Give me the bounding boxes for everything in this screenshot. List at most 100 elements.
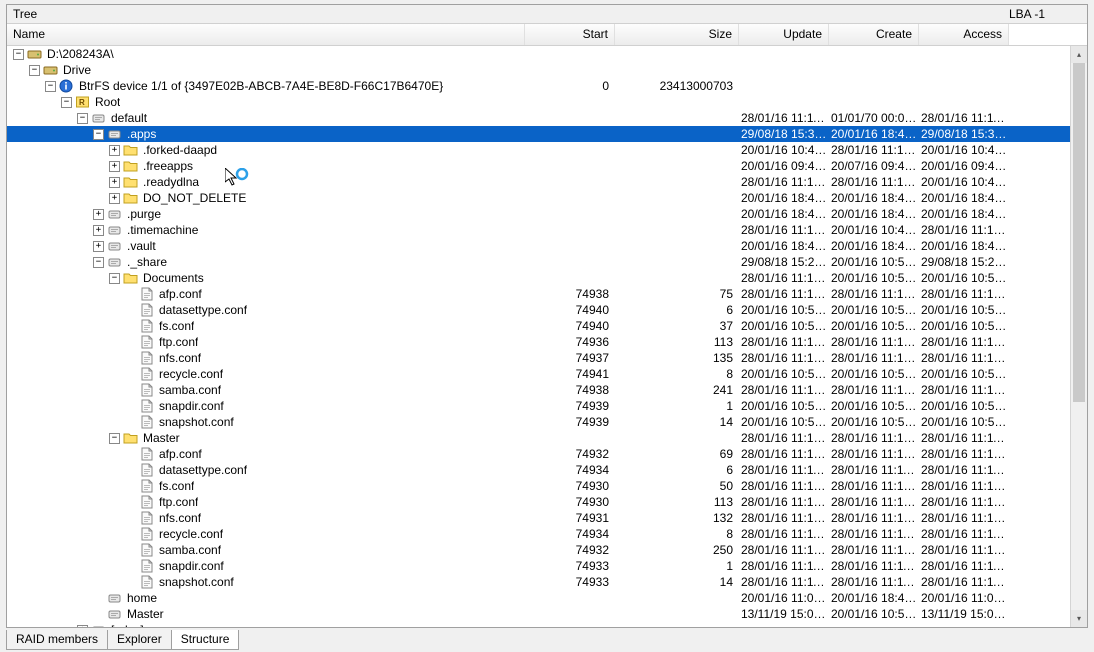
tree-row[interactable]: −D:\208243A\	[7, 46, 1087, 62]
expand-icon[interactable]: +	[93, 241, 104, 252]
tree-row-name-cell[interactable]: +.freeapps	[7, 158, 525, 174]
column-header-size[interactable]: Size	[615, 24, 739, 45]
tree-row[interactable]: +.purge20/01/16 18:42:...20/01/16 18:42:…	[7, 206, 1087, 222]
collapse-icon[interactable]: −	[109, 433, 120, 444]
tree-row-name-cell[interactable]: samba.conf	[7, 382, 525, 398]
tree-row-name-cell[interactable]: +[reloc]	[7, 622, 525, 627]
tab-raid-members[interactable]: RAID members	[6, 630, 108, 650]
collapse-icon[interactable]: −	[13, 49, 24, 60]
collapse-icon[interactable]: −	[45, 81, 56, 92]
tree-row-name-cell[interactable]: afp.conf	[7, 446, 525, 462]
expand-icon[interactable]: +	[93, 209, 104, 220]
expand-icon[interactable]: +	[77, 625, 88, 628]
tree-row-name-cell[interactable]: −RRoot	[7, 94, 525, 110]
tree-row-name-cell[interactable]: snapdir.conf	[7, 558, 525, 574]
tree-row-name-cell[interactable]: −Documents	[7, 270, 525, 286]
collapse-icon[interactable]: −	[93, 257, 104, 268]
expand-icon[interactable]: +	[109, 193, 120, 204]
column-header-access[interactable]: Access	[919, 24, 1009, 45]
tree-row[interactable]: fs.conf749305028/01/16 11:12:...28/01/16…	[7, 478, 1087, 494]
tree-row-name-cell[interactable]: recycle.conf	[7, 366, 525, 382]
tree-row[interactable]: +.forked-daapd20/01/16 10:46:...28/01/16…	[7, 142, 1087, 158]
tree-row-name-cell[interactable]: −default	[7, 110, 525, 126]
tree-row[interactable]: +[reloc]	[7, 622, 1087, 627]
tree-row[interactable]: +DO_NOT_DELETE20/01/16 18:42:...20/01/16…	[7, 190, 1087, 206]
tree-row[interactable]: datasettype.conf74934628/01/16 11:11:...…	[7, 462, 1087, 478]
tree-row[interactable]: +.readydlna28/01/16 11:10:...28/01/16 11…	[7, 174, 1087, 190]
collapse-icon[interactable]: −	[109, 273, 120, 284]
tree-row-name-cell[interactable]: afp.conf	[7, 286, 525, 302]
tree-row-name-cell[interactable]: +.vault	[7, 238, 525, 254]
tree-row-name-cell[interactable]: Master	[7, 606, 525, 622]
tree-row[interactable]: +.timemachine28/01/16 11:12:...20/01/16 …	[7, 222, 1087, 238]
tree-row[interactable]: snapshot.conf749391420/01/16 10:50:...20…	[7, 414, 1087, 430]
scroll-up-button[interactable]: ▴	[1071, 46, 1087, 63]
tree-row-name-cell[interactable]: recycle.conf	[7, 526, 525, 542]
tree-row-name-cell[interactable]: ftp.conf	[7, 494, 525, 510]
expand-icon[interactable]: +	[109, 145, 120, 156]
tree-row-name-cell[interactable]: −D:\208243A\	[7, 46, 525, 62]
tree-row[interactable]: ftp.conf7493611328/01/16 11:10:...28/01/…	[7, 334, 1087, 350]
tree-row[interactable]: home20/01/16 11:05:...20/01/16 18:42:...…	[7, 590, 1087, 606]
tree-row-name-cell[interactable]: datasettype.conf	[7, 302, 525, 318]
tree-row[interactable]: afp.conf749387528/01/16 11:10:...28/01/1…	[7, 286, 1087, 302]
tree-row-name-cell[interactable]: −Drive	[7, 62, 525, 78]
tree-row-name-cell[interactable]: home	[7, 590, 525, 606]
tree-row[interactable]: ftp.conf7493011328/01/16 11:12:...28/01/…	[7, 494, 1087, 510]
tree-row-name-cell[interactable]: fs.conf	[7, 318, 525, 334]
tree-row-name-cell[interactable]: ftp.conf	[7, 334, 525, 350]
tree-row[interactable]: samba.conf7493225028/01/16 11:12:...28/0…	[7, 542, 1087, 558]
column-header-update[interactable]: Update	[739, 24, 829, 45]
tree-row-name-cell[interactable]: +.purge	[7, 206, 525, 222]
tree-row[interactable]: −Master28/01/16 11:12:...28/01/16 11:12:…	[7, 430, 1087, 446]
tree-row[interactable]: nfs.conf7493113228/01/16 11:12:...28/01/…	[7, 510, 1087, 526]
tree-row[interactable]: afp.conf749326928/01/16 11:12:...28/01/1…	[7, 446, 1087, 462]
tree-row[interactable]: recycle.conf74941820/01/16 10:50:...20/0…	[7, 366, 1087, 382]
tree-row-name-cell[interactable]: −Master	[7, 430, 525, 446]
tree-row-name-cell[interactable]: fs.conf	[7, 478, 525, 494]
tree-row[interactable]: −BtrFS device 1/1 of {3497E02B-ABCB-7A4E…	[7, 78, 1087, 94]
tree-row[interactable]: snapdir.conf74939120/01/16 10:50:...20/0…	[7, 398, 1087, 414]
tree-row[interactable]: −RRoot	[7, 94, 1087, 110]
tree-row-name-cell[interactable]: snapshot.conf	[7, 574, 525, 590]
scroll-track[interactable]	[1071, 63, 1087, 610]
tree-row[interactable]: nfs.conf7493713528/01/16 11:10:...28/01/…	[7, 350, 1087, 366]
tree-row[interactable]: −Drive	[7, 62, 1087, 78]
collapse-icon[interactable]: −	[29, 65, 40, 76]
column-header-name[interactable]: Name	[7, 24, 525, 45]
tree-row-name-cell[interactable]: +.timemachine	[7, 222, 525, 238]
column-header-start[interactable]: Start	[525, 24, 615, 45]
collapse-icon[interactable]: −	[61, 97, 72, 108]
tree-row[interactable]: snapshot.conf749331428/01/16 11:11:...28…	[7, 574, 1087, 590]
tree-row-name-cell[interactable]: +DO_NOT_DELETE	[7, 190, 525, 206]
tree-row-name-cell[interactable]: snapshot.conf	[7, 414, 525, 430]
tree-row[interactable]: Master13/11/19 15:00:...20/01/16 10:50:.…	[7, 606, 1087, 622]
tree-row-name-cell[interactable]: +.forked-daapd	[7, 142, 525, 158]
tree-row-name-cell[interactable]: nfs.conf	[7, 350, 525, 366]
tree-row[interactable]: +.freeapps20/01/16 09:43:...20/07/16 09:…	[7, 158, 1087, 174]
expand-icon[interactable]: +	[109, 161, 120, 172]
column-header-create[interactable]: Create	[829, 24, 919, 45]
tree-row-name-cell[interactable]: −BtrFS device 1/1 of {3497E02B-ABCB-7A4E…	[7, 78, 525, 94]
tree-row[interactable]: −Documents28/01/16 11:10:...20/01/16 10:…	[7, 270, 1087, 286]
vertical-scrollbar[interactable]: ▴ ▾	[1070, 46, 1087, 627]
tree-row-name-cell[interactable]: −._share	[7, 254, 525, 270]
scroll-thumb[interactable]	[1073, 63, 1085, 402]
tree-row[interactable]: −default28/01/16 11:11:...01/01/70 00:00…	[7, 110, 1087, 126]
tree-row-name-cell[interactable]: nfs.conf	[7, 510, 525, 526]
tree-row[interactable]: snapdir.conf74933128/01/16 11:11:...28/0…	[7, 558, 1087, 574]
tree-row-name-cell[interactable]: +.readydlna	[7, 174, 525, 190]
tree-row-name-cell[interactable]: −.apps	[7, 126, 525, 142]
tree-row[interactable]: recycle.conf74934828/01/16 11:11:...28/0…	[7, 526, 1087, 542]
collapse-icon[interactable]: −	[93, 129, 104, 140]
tree-row-name-cell[interactable]: snapdir.conf	[7, 398, 525, 414]
tab-structure[interactable]: Structure	[171, 630, 240, 650]
tree-row[interactable]: −._share29/08/18 15:29:...20/01/16 10:50…	[7, 254, 1087, 270]
tab-explorer[interactable]: Explorer	[107, 630, 172, 650]
tree-row[interactable]: fs.conf749403720/01/16 10:50:...20/01/16…	[7, 318, 1087, 334]
tree-row[interactable]: datasettype.conf74940620/01/16 10:50:...…	[7, 302, 1087, 318]
tree-row[interactable]: samba.conf7493824128/01/16 11:10:...28/0…	[7, 382, 1087, 398]
tree-row[interactable]: −.apps29/08/18 15:30:...20/01/16 18:42:.…	[7, 126, 1087, 142]
collapse-icon[interactable]: −	[77, 113, 88, 124]
expand-icon[interactable]: +	[93, 225, 104, 236]
